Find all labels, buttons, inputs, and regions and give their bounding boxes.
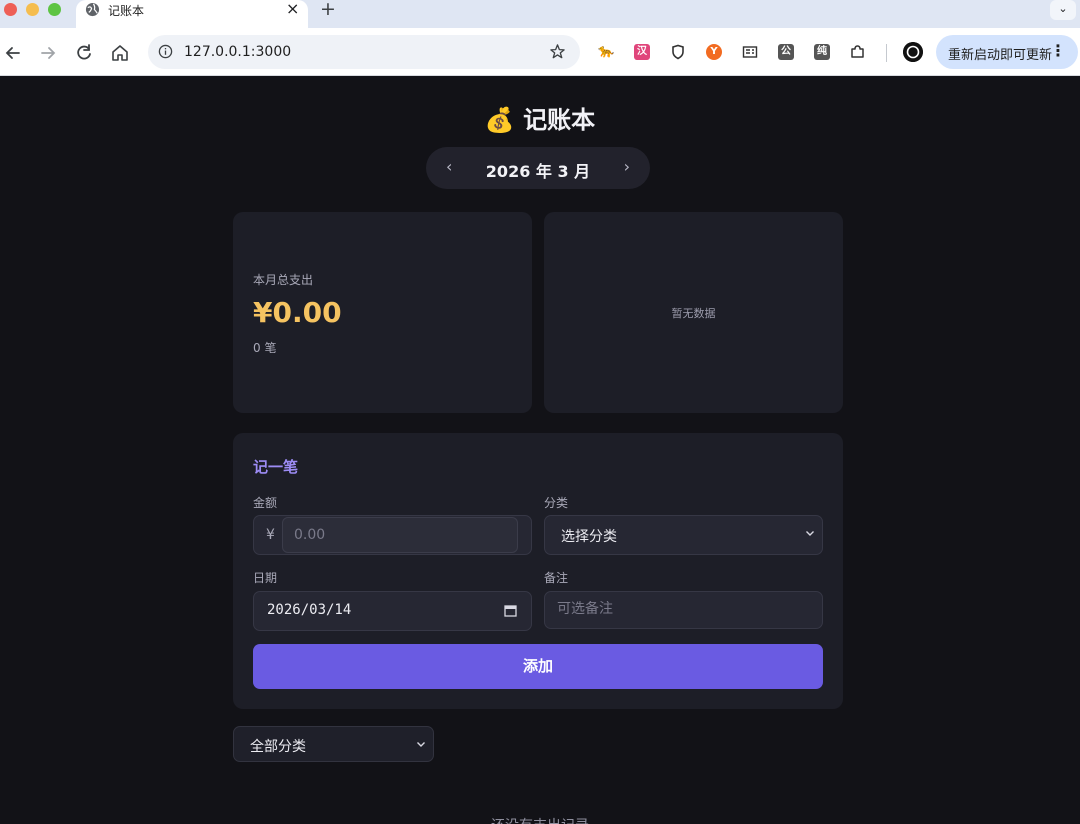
- date-value: 2026/03/14: [267, 602, 352, 618]
- empty-list-text: 还没有支出记录: [0, 815, 1080, 824]
- amount-field: ¥: [253, 515, 532, 555]
- amount-label: 金额: [253, 496, 278, 510]
- amount-input[interactable]: [294, 527, 504, 543]
- more-menu-icon[interactable]: ⋮: [1050, 41, 1066, 60]
- home-icon[interactable]: [109, 42, 131, 64]
- category-label: 分类: [544, 496, 569, 510]
- category-filter-select[interactable]: 全部分类: [233, 726, 434, 762]
- address-bar[interactable]: 127.0.0.1:3000: [148, 35, 580, 69]
- note-input[interactable]: [557, 601, 807, 617]
- form-title: 记一笔: [253, 458, 299, 476]
- note-label: 备注: [544, 571, 569, 585]
- calendar-icon[interactable]: [504, 604, 517, 617]
- chart-empty-text: 暂无数据: [671, 307, 716, 320]
- update-button-label: 重新启动即可更新: [948, 48, 1053, 63]
- extensions-puzzle-icon[interactable]: [850, 44, 866, 60]
- translate-ext-icon[interactable]: 汉: [634, 44, 650, 60]
- close-window-button[interactable]: [4, 3, 17, 16]
- back-arrow-icon[interactable]: [2, 42, 24, 64]
- maximize-window-button[interactable]: [48, 3, 61, 16]
- relaunch-update-button[interactable]: 重新启动即可更新 ⋮: [936, 35, 1078, 69]
- gong-ext-icon[interactable]: 公: [778, 44, 794, 60]
- total-amount: ¥0.00: [253, 296, 342, 329]
- chun-ext-icon[interactable]: 纯: [814, 44, 830, 60]
- toolbar-divider: [886, 44, 887, 62]
- category-select-value: 选择分类: [561, 529, 617, 545]
- category-select[interactable]: 选择分类: [544, 515, 823, 555]
- add-button[interactable]: 添加: [253, 644, 823, 689]
- chevron-down-icon: [417, 742, 425, 747]
- tab-title: 记账本: [108, 4, 145, 18]
- next-month-button[interactable]: ›: [624, 157, 630, 176]
- url-text: 127.0.0.1:3000: [184, 44, 292, 60]
- browser-toolbar: 127.0.0.1:3000 🐆 汉 Y 公 纯 重新启动即可更新 ⋮: [0, 28, 1080, 76]
- summary-caption: 本月总支出: [253, 273, 314, 287]
- new-tab-button[interactable]: +: [320, 0, 336, 19]
- filter-value: 全部分类: [250, 739, 306, 755]
- globe-icon: [85, 2, 100, 17]
- page-title: 💰 记账本: [484, 106, 596, 134]
- month-label: 2026 年 3 月: [485, 162, 591, 181]
- close-tab-icon[interactable]: ×: [286, 0, 299, 18]
- add-expense-form: 记一笔 金额 ¥ 分类 选择分类 日期 2026/03/14 备注: [233, 433, 843, 709]
- chart-card: 暂无数据: [544, 212, 843, 413]
- browser-tab-active[interactable]: 记账本 ×: [76, 0, 308, 28]
- y-ext-icon[interactable]: Y: [706, 44, 722, 60]
- reload-icon[interactable]: [73, 42, 95, 64]
- note-field: [544, 591, 823, 629]
- month-navigator: ‹ 2026 年 3 月 ›: [426, 147, 650, 189]
- puzzle-ext-icon[interactable]: 🐆: [598, 44, 614, 60]
- shield-ext-icon[interactable]: [670, 44, 686, 60]
- summary-card: 本月总支出 ¥0.00 0 笔: [233, 212, 532, 413]
- forward-arrow-icon[interactable]: [37, 42, 59, 64]
- browser-tab-bar: 记账本 × + ⌄: [0, 0, 1080, 28]
- minimize-window-button[interactable]: [26, 3, 39, 16]
- bookmark-star-icon[interactable]: [549, 43, 566, 60]
- app-container: 💰 记账本 ‹ 2026 年 3 月 › 本月总支出 ¥0.00 0 笔 暂无数…: [0, 76, 1080, 824]
- site-info-icon[interactable]: [158, 44, 173, 59]
- chevron-down-icon: [806, 531, 814, 536]
- reader-ext-icon[interactable]: [742, 44, 758, 60]
- tab-search-chevron-icon[interactable]: ⌄: [1050, 0, 1076, 20]
- date-input[interactable]: 2026/03/14: [253, 591, 532, 631]
- profile-avatar-icon[interactable]: [903, 42, 923, 62]
- record-count: 0 笔: [253, 341, 277, 355]
- amount-input-box: [282, 517, 518, 553]
- currency-prefix: ¥: [266, 527, 275, 543]
- date-label: 日期: [253, 571, 278, 585]
